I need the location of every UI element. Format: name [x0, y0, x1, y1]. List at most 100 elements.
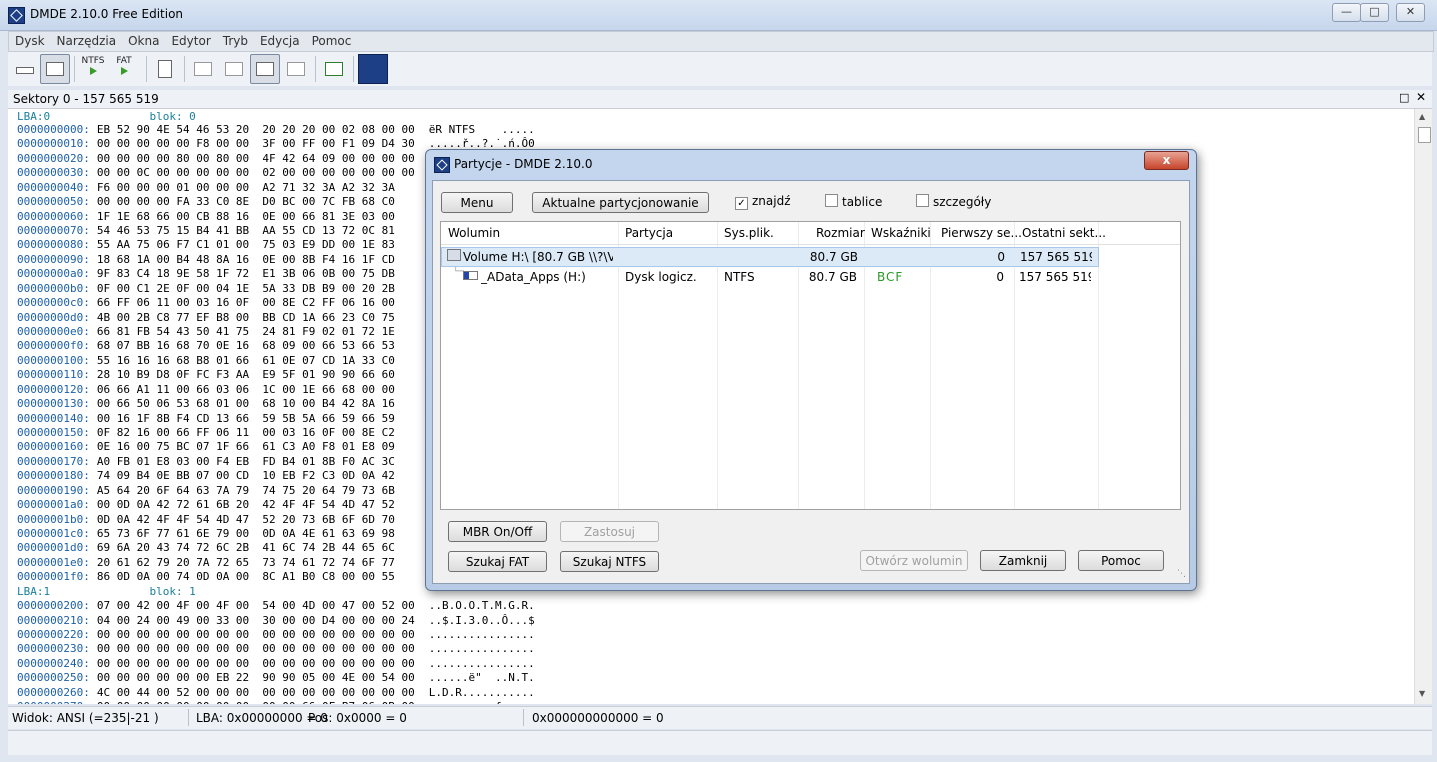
hex-bytes[interactable]: 00 00 0C 00 00 00 00 00 02 00 00 00 00 0…: [97, 166, 415, 179]
dialog-close-button[interactable]: x: [1144, 151, 1189, 170]
partitions-icon[interactable]: [40, 54, 70, 84]
checkbox-box[interactable]: [825, 194, 838, 207]
menu-pomoc[interactable]: Pomoc: [306, 32, 358, 48]
hex-ascii[interactable]: ......ë" ..N.T.: [429, 671, 535, 684]
current-partitioning-button[interactable]: Aktualne partycjonowanie: [532, 192, 709, 213]
hex-bytes[interactable]: 86 0D 0A 00 74 0D 0A 00 8C A1 B0 C8 00 0…: [97, 570, 395, 583]
hex-bytes[interactable]: 00 0D 0A 42 72 61 6B 20 42 4F 4F 54 4D 4…: [97, 498, 395, 511]
hex-bytes[interactable]: 00 66 50 06 53 68 01 00 68 10 00 B4 42 8…: [97, 397, 395, 410]
hex-bytes[interactable]: 54 46 53 75 15 B4 41 BB AA 55 CD 13 72 0…: [97, 224, 395, 237]
mbr-toggle-button[interactable]: MBR On/Off: [448, 521, 547, 542]
hex-row[interactable]: 00000000d0: 4B 00 2B C8 77 EF B8 00 BB CD…: [17, 311, 409, 324]
hex-row[interactable]: 0000000240: 00 00 00 00 00 00 00 00 00 00…: [17, 657, 535, 670]
hex-row[interactable]: 00000000a0: 9F 83 C4 18 9E 58 1F 72 E1 3B…: [17, 267, 409, 280]
col-volume[interactable]: Wolumin: [448, 226, 500, 240]
hex-row[interactable]: 00000000e0: 66 81 FB 54 43 50 41 75 24 81…: [17, 325, 409, 338]
hex-row[interactable]: 0000000060: 1F 1E 68 66 00 CB 88 16 0E 00…: [17, 210, 409, 223]
hex-bytes[interactable]: 0F 82 16 00 66 FF 06 11 00 03 16 0F 00 8…: [97, 426, 395, 439]
hex-row[interactable]: 0000000200: 07 00 42 00 4F 00 4F 00 54 00…: [17, 599, 535, 612]
hex-row[interactable]: 0000000230: 00 00 00 00 00 00 00 00 00 00…: [17, 642, 535, 655]
export-icon[interactable]: [319, 54, 349, 84]
partitions-table[interactable]: Wolumin Partycja Sys.plik. Rozmiar Wskaź…: [440, 221, 1181, 510]
hex-bytes[interactable]: 04 00 24 00 49 00 33 00 30 00 00 D4 00 0…: [97, 614, 415, 627]
hex-row[interactable]: 0000000250: 00 00 00 00 00 00 EB 22 90 90…: [17, 671, 535, 684]
hex-bytes[interactable]: A5 64 20 6F 64 63 7A 79 74 75 20 64 79 7…: [97, 484, 395, 497]
hex-bytes[interactable]: EB 52 90 4E 54 46 53 20 20 20 20 00 02 0…: [97, 123, 415, 136]
close-pane-icon[interactable]: ✕: [1416, 90, 1426, 104]
scroll-thumb[interactable]: [1418, 127, 1431, 143]
check-icon[interactable]: ✓: [735, 197, 748, 210]
resize-grip-icon[interactable]: ⋱: [1177, 569, 1186, 579]
hex-row[interactable]: 0000000090: 18 68 1A 00 B4 48 8A 16 0E 00…: [17, 253, 409, 266]
hex-bytes[interactable]: 00 00 00 00 00 00 00 00 00 00 00 00 00 0…: [97, 628, 415, 641]
hex-bytes[interactable]: 66 FF 06 11 00 03 16 0F 00 8E C2 FF 06 1…: [97, 296, 395, 309]
hex-bytes[interactable]: 68 07 BB 16 68 70 0E 16 68 09 00 66 53 6…: [97, 339, 395, 352]
hex-row[interactable]: 0000000070: 54 46 53 75 15 B4 41 BB AA 55…: [17, 224, 409, 237]
help-button[interactable]: Pomoc: [1078, 550, 1164, 571]
disk-icon[interactable]: [10, 54, 40, 84]
hex-ascii[interactable]: ................: [429, 628, 535, 641]
hex-row[interactable]: 00000000c0: 66 FF 06 11 00 03 16 0F 00 8E…: [17, 296, 409, 309]
hex-bytes[interactable]: 0E 16 00 75 BC 07 1F 66 61 C3 A0 F8 01 E…: [97, 440, 395, 453]
close-dialog-button[interactable]: Zamknij: [980, 550, 1066, 571]
table-row[interactable]: Volume H:\ [80.7 GB \\?\V... 80.7 GB 0 1…: [441, 247, 1099, 267]
apply-button[interactable]: Zastosuj: [560, 521, 659, 542]
hex-row[interactable]: 0000000110: 28 10 B9 D8 0F FC F3 AA E9 5F…: [17, 368, 409, 381]
hex-bytes[interactable]: 06 66 A1 11 00 66 03 06 1C 00 1E 66 68 0…: [97, 383, 395, 396]
hex-row[interactable]: 00000000b0: 0F 00 C1 2E 0F 00 04 1E 5A 33…: [17, 282, 409, 295]
find-checkbox[interactable]: ✓ znajdź: [735, 194, 791, 210]
hex-row[interactable]: 0000000000: EB 52 90 4E 54 46 53 20 20 20…: [17, 123, 535, 136]
vertical-scrollbar[interactable]: ▲ ▼: [1414, 109, 1432, 704]
hex-row[interactable]: 0000000190: A5 64 20 6F 64 63 7A 79 74 75…: [17, 484, 409, 497]
hex-bytes[interactable]: 00 16 1F 8B F4 CD 13 66 59 5B 5A 66 59 6…: [97, 412, 395, 425]
hex-bytes[interactable]: 00 00 00 00 FA 33 C0 8E D0 BC 00 7C FB 6…: [97, 195, 395, 208]
hex-row[interactable]: 0000000160: 0E 16 00 75 BC 07 1F 66 61 C3…: [17, 440, 409, 453]
hex-row[interactable]: 0000000260: 4C 00 44 00 52 00 00 00 00 00…: [17, 686, 535, 699]
ntfs-scan-button[interactable]: NTFS: [80, 56, 106, 75]
hex-row[interactable]: 0000000220: 00 00 00 00 00 00 00 00 00 00…: [17, 628, 535, 641]
search-ntfs-button[interactable]: Szukaj NTFS: [560, 551, 659, 572]
fat-scan-button[interactable]: FAT: [111, 56, 137, 75]
table-row[interactable]: └─ _AData_Apps (H:) Dysk logicz. NTFS 80…: [441, 267, 1097, 285]
hex-row[interactable]: 00000001b0: 0D 0A 42 4F 4F 54 4D 47 52 20…: [17, 513, 409, 526]
hex-bytes[interactable]: 4C 00 44 00 52 00 00 00 00 00 00 00 00 0…: [97, 686, 415, 699]
col-first-sector[interactable]: Pierwszy se...: [941, 226, 1022, 240]
hex-ascii[interactable]: ................: [429, 657, 535, 670]
hex-bytes[interactable]: 55 16 16 16 68 B8 01 66 61 0E 07 CD 1A 3…: [97, 354, 395, 367]
menu-okna[interactable]: Okna: [122, 32, 165, 48]
hex-bytes[interactable]: 00 00 00 00 00 00 00 00 00 00 66 0F B7 0…: [97, 700, 415, 704]
hex-bytes[interactable]: 9F 83 C4 18 9E 58 1F 72 E1 3B 06 0B 00 7…: [97, 267, 395, 280]
hex-row[interactable]: 0000000210: 04 00 24 00 49 00 33 00 30 00…: [17, 614, 535, 627]
hex-bytes[interactable]: 28 10 B9 D8 0F FC F3 AA E9 5F 01 90 90 6…: [97, 368, 395, 381]
tables-checkbox[interactable]: tablice: [825, 194, 882, 209]
hex-ascii[interactable]: ëR NTFS .....: [429, 123, 535, 136]
scroll-down-icon[interactable]: ▼: [1419, 689, 1425, 698]
hex-row[interactable]: 0000000140: 00 16 1F 8B F4 CD 13 66 59 5B…: [17, 412, 409, 425]
new-file-icon[interactable]: [150, 54, 180, 84]
view-hex-icon[interactable]: [250, 54, 280, 84]
menu-button[interactable]: Menu: [441, 192, 513, 213]
view-details-icon[interactable]: [219, 54, 249, 84]
scroll-up-icon[interactable]: ▲: [1419, 112, 1425, 121]
hex-row[interactable]: 0000000180: 74 09 B4 0E BB 07 00 CD 10 EB…: [17, 469, 409, 482]
col-last-sector[interactable]: Ostatni sekt...: [1022, 226, 1106, 240]
close-window-button[interactable]: ✕: [1396, 3, 1425, 22]
hex-row[interactable]: 0000000050: 00 00 00 00 FA 33 C0 8E D0 BC…: [17, 195, 409, 208]
hex-row[interactable]: 00000001d0: 69 6A 20 43 74 72 6C 2B 41 6C…: [17, 541, 409, 554]
col-partition[interactable]: Partycja: [625, 226, 673, 240]
details-checkbox[interactable]: szczegóły: [916, 194, 991, 209]
maximize-button[interactable]: □: [1360, 3, 1389, 22]
hex-bytes[interactable]: 00 00 00 00 00 00 EB 22 90 90 05 00 4E 0…: [97, 671, 415, 684]
hex-bytes[interactable]: 4B 00 2B C8 77 EF B8 00 BB CD 1A 66 23 C…: [97, 311, 395, 324]
hex-row[interactable]: 00000001e0: 20 61 62 79 20 7A 72 65 73 74…: [17, 556, 409, 569]
hex-bytes[interactable]: F6 00 00 00 01 00 00 00 A2 71 32 3A A2 3…: [97, 181, 395, 194]
hex-bytes[interactable]: 74 09 B4 0E BB 07 00 CD 10 EB F2 C3 0D 0…: [97, 469, 395, 482]
hex-bytes[interactable]: 00 00 00 00 00 00 00 00 00 00 00 00 00 0…: [97, 642, 415, 655]
hex-ascii[interactable]: ..B.O.O.T.M.G.R.: [429, 599, 535, 612]
menu-edycja[interactable]: Edycja: [254, 32, 306, 48]
hex-row[interactable]: 0000000270: 00 00 00 00 00 00 00 00 00 00…: [17, 700, 535, 704]
hex-row[interactable]: 0000000150: 0F 82 16 00 66 FF 06 11 00 03…: [17, 426, 409, 439]
hex-bytes[interactable]: 1F 1E 68 66 00 CB 88 16 0E 00 66 81 3E 0…: [97, 210, 395, 223]
hex-row[interactable]: 0000000080: 55 AA 75 06 F7 C1 01 00 75 03…: [17, 238, 409, 251]
hex-ascii[interactable]: ..$.I.3.0..Ô...$: [429, 614, 535, 627]
